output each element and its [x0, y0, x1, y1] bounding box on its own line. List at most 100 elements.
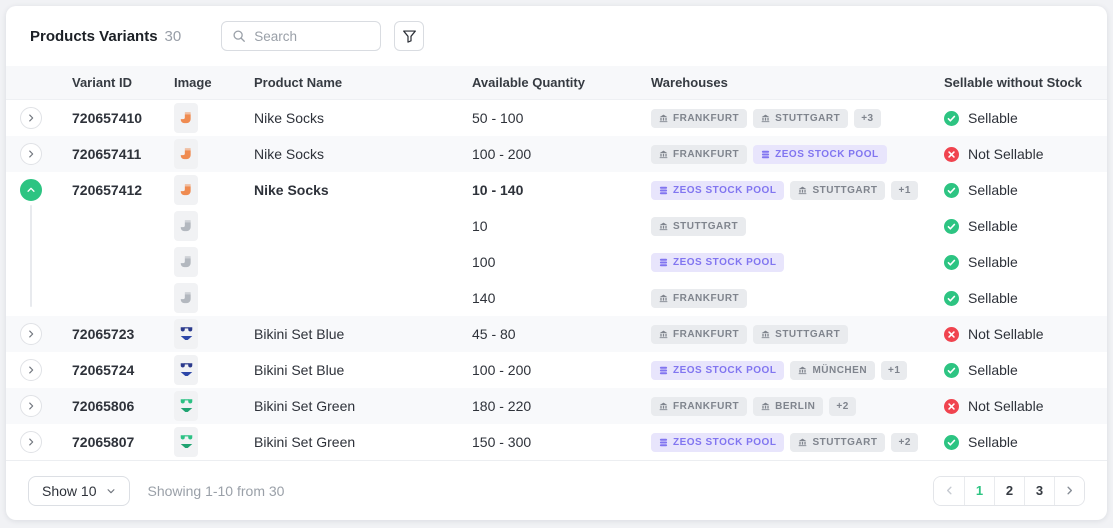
expand-row-button[interactable]: [20, 323, 42, 345]
stock-pool-badge: ZEOS STOCK POOL: [651, 253, 784, 272]
sellable-label: Not Sellable: [968, 146, 1044, 162]
badge-label: ZEOS STOCK POOL: [775, 149, 878, 160]
available-quantity: 140: [466, 290, 645, 306]
x-circle-icon: [944, 147, 959, 162]
bikini-green-image: [174, 427, 198, 457]
row-group: 720657412Nike Socks10 - 140ZEOS STOCK PO…: [6, 172, 1107, 316]
warehouse-badge: FRANKFURT: [651, 109, 747, 128]
more-warehouses-badge: +3: [854, 109, 880, 128]
warehouse-badges: FRANKFURT: [651, 289, 747, 308]
product-name: Bikini Set Green: [248, 398, 466, 414]
table-row: 72065806Bikini Set Green180 - 220FRANKFU…: [6, 388, 1107, 424]
expand-row-button[interactable]: [20, 395, 42, 417]
image-cell: [168, 283, 248, 313]
x-circle-icon: [944, 327, 959, 342]
image-cell: [168, 319, 248, 349]
product-name: Nike Socks: [248, 182, 466, 198]
warehouse-badge: FRANKFURT: [651, 397, 747, 416]
badge-label: +2: [836, 401, 848, 412]
sellable-label: Sellable: [968, 254, 1018, 270]
image-cell: [168, 211, 248, 241]
image-cell: [168, 247, 248, 277]
warehouse-icon: [659, 114, 668, 123]
expand-row-button[interactable]: [20, 143, 42, 165]
badge-label: +1: [888, 365, 900, 376]
check-circle-icon: [944, 435, 959, 450]
x-circle-icon: [944, 399, 959, 414]
warehouse-icon: [659, 222, 668, 231]
check-circle-icon: [944, 291, 959, 306]
expander-cell: [6, 395, 66, 417]
available-quantity: 100: [466, 254, 645, 270]
page-button-1[interactable]: 1: [964, 477, 994, 505]
badge-label: ZEOS STOCK POOL: [673, 257, 776, 268]
row-group: 72065807Bikini Set Green150 - 300ZEOS ST…: [6, 424, 1107, 460]
next-page-button[interactable]: [1054, 477, 1084, 505]
prev-page-button[interactable]: [934, 477, 964, 505]
filter-button[interactable]: [394, 21, 424, 51]
more-warehouses-badge: +2: [829, 397, 855, 416]
expand-row-button[interactable]: [20, 107, 42, 129]
sellable-status: Sellable: [938, 218, 1107, 234]
expander-cell: [6, 323, 66, 345]
product-name: Nike Socks: [248, 146, 466, 162]
badge-label: FRANKFURT: [673, 329, 739, 340]
available-quantity: 10 - 140: [466, 182, 645, 198]
table-subrow: 100 ZEOS STOCK POOL Sellable: [6, 244, 1107, 280]
available-quantity: 100 - 200: [466, 362, 645, 378]
variant-id: 720657410: [66, 110, 168, 126]
variant-id: 72065723: [66, 326, 168, 342]
expand-row-button[interactable]: [20, 431, 42, 453]
product-name: Bikini Set Blue: [248, 326, 466, 342]
page-button-2[interactable]: 2: [994, 477, 1024, 505]
badge-label: STUTTGART: [673, 221, 738, 232]
expander-cell: [6, 179, 66, 201]
page-button-3[interactable]: 3: [1024, 477, 1054, 505]
available-quantity: 50 - 100: [466, 110, 645, 126]
warehouses-cell: STUTTGART: [645, 217, 938, 236]
sellable-label: Not Sellable: [968, 398, 1044, 414]
row-group: 72065806Bikini Set Green180 - 220FRANKFU…: [6, 388, 1107, 424]
search-input[interactable]: [254, 29, 370, 44]
table-header: Variant ID Image Product Name Available …: [6, 66, 1107, 100]
badge-label: STUTTGART: [775, 329, 840, 340]
warehouse-badge: FRANKFURT: [651, 325, 747, 344]
warehouse-badges: ZEOS STOCK POOLMÜNCHEN+1: [651, 361, 907, 380]
badge-label: MÜNCHEN: [812, 365, 867, 376]
chevron-left-icon: [944, 485, 955, 496]
page-size-label: Show 10: [42, 483, 96, 499]
chevron-right-icon: [26, 113, 36, 123]
table-row: 72065724Bikini Set Blue100 - 200ZEOS STO…: [6, 352, 1107, 388]
chevron-down-icon: [106, 486, 116, 496]
warehouse-badges: ZEOS STOCK POOL: [651, 253, 784, 272]
search-box[interactable]: [221, 21, 381, 51]
warehouses-cell: FRANKFURT STUTTGART: [645, 325, 938, 344]
sellable-label: Sellable: [968, 362, 1018, 378]
warehouses-cell: FRANKFURTZEOS STOCK POOL: [645, 145, 938, 164]
image-cell: [168, 391, 248, 421]
variant-id: 720657411: [66, 146, 168, 162]
sellable-status: Sellable: [938, 434, 1107, 450]
image-cell: [168, 139, 248, 169]
warehouse-badge: BERLIN: [753, 397, 823, 416]
warehouses-cell: ZEOS STOCK POOL: [645, 253, 938, 272]
table-subrow: 140FRANKFURTSellable: [6, 280, 1107, 316]
showing-summary: Showing 1-10 from 30: [147, 483, 284, 499]
expand-row-button[interactable]: [20, 359, 42, 381]
chevron-right-icon: [26, 149, 36, 159]
chevron-right-icon: [1064, 485, 1075, 496]
collapse-row-button[interactable]: [20, 179, 42, 201]
page-size-select[interactable]: Show 10: [28, 476, 130, 506]
pagination: 1 2 3: [933, 476, 1085, 506]
warehouse-badge: STUTTGART: [651, 217, 746, 236]
sellable-label: Sellable: [968, 110, 1018, 126]
sellable-label: Sellable: [968, 182, 1018, 198]
warehouse-badge: STUTTGART: [753, 325, 848, 344]
socks-gray-image: [174, 247, 198, 277]
socks-gray-image: [174, 211, 198, 241]
column-warehouses: Warehouses: [645, 75, 938, 90]
available-quantity: 45 - 80: [466, 326, 645, 342]
chevron-right-icon: [26, 329, 36, 339]
table-body: 720657410 Nike Socks 50 - 100 FRANKFURT STUT…: [6, 100, 1107, 460]
sellable-label: Sellable: [968, 218, 1018, 234]
